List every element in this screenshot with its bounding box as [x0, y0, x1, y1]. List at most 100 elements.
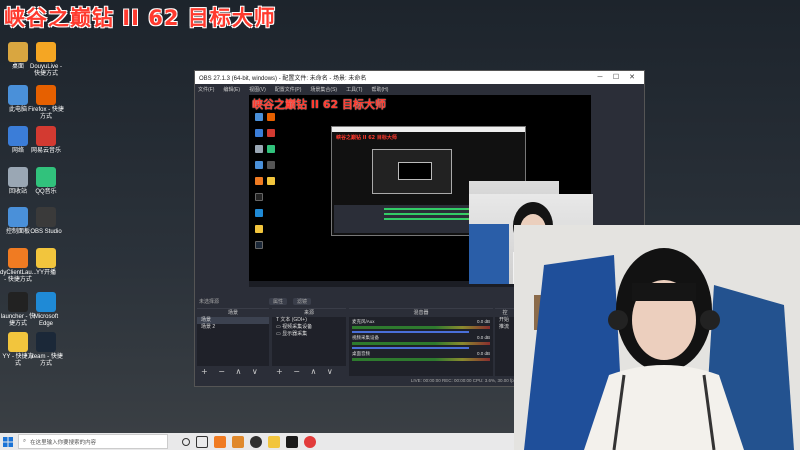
start-button[interactable] [0, 433, 16, 450]
start-button[interactable]: 开始 [495, 317, 515, 324]
mixer-channel: 麦克风/Aux 0.0 dB [349, 317, 493, 333]
menu-help[interactable]: 帮助(H) [371, 86, 388, 93]
qq-music-icon [36, 167, 56, 187]
menu-edit[interactable]: 编辑(E) [223, 86, 240, 93]
desktop-icon-label: QQ音乐 [35, 189, 57, 195]
preview-mini-icon [255, 129, 263, 137]
source-item[interactable]: T 文本 (GDI+) [272, 317, 346, 324]
recycle-bin-icon [8, 167, 28, 187]
netease-music-icon [36, 126, 56, 146]
taskbar-app-icon[interactable] [232, 435, 244, 448]
desktop-icon[interactable]: Microsoft Edge [28, 292, 64, 328]
desktop-icon-label: YY开播 [35, 270, 56, 276]
network-icon [8, 126, 28, 146]
desktop-icon[interactable]: QQ音乐 [28, 167, 64, 196]
desktop-icon-label: Microsoft Edge [33, 314, 59, 327]
taskbar-app-icon[interactable] [214, 435, 226, 448]
desktop-icon[interactable]: Firefox - 快捷方式 [28, 85, 64, 121]
desktop-icon-label: DouyuLive - 快捷方式 [29, 64, 62, 77]
desktop-icon[interactable]: DouyuLive - 快捷方式 [28, 42, 64, 78]
yy-icon [8, 332, 28, 352]
desktop-icon[interactable]: OBS Studio [28, 207, 64, 236]
firefox-icon [36, 85, 56, 105]
preview-mini-icon [255, 145, 263, 153]
preview-mini-icon [255, 209, 263, 217]
minimize-button[interactable]: ─ [592, 71, 608, 84]
steam-icon [36, 332, 56, 352]
source-item[interactable]: ▭ 显示器采集 [272, 331, 346, 338]
properties-button[interactable]: 属性 [269, 298, 288, 305]
taskbar-app-icon[interactable] [286, 435, 298, 448]
edge-icon [36, 292, 56, 312]
desktop-icon-label: Firefox - 快捷方式 [28, 107, 64, 120]
no-source-label: 未选择源 [199, 299, 220, 305]
taskbar-yy-icon[interactable] [268, 435, 280, 448]
cortana-icon[interactable] [182, 437, 190, 446]
menu-view[interactable]: 视图(V) [249, 86, 266, 93]
filters-button[interactable]: 滤镜 [293, 298, 312, 305]
menu-profile[interactable]: 配置文件(P) [275, 86, 302, 93]
preview-mini-icon [255, 161, 263, 169]
controls-header: 控 [495, 309, 515, 317]
sources-header: 来源 [272, 309, 346, 317]
control-panel-icon [8, 207, 28, 227]
preview-mini-icon [267, 129, 275, 137]
sources-dock: 来源 T 文本 (GDI+) ▭ 视频采集设备 ▭ 显示器采集 + − ∧ ∨ [272, 308, 346, 378]
dyclient-icon [8, 248, 28, 268]
preview-overlay-title: 峡谷之巅钻 II 62 目标大师 [252, 98, 386, 111]
yy-live-icon [36, 248, 56, 268]
taskbar-obs-icon[interactable] [250, 435, 262, 448]
task-view-icon[interactable] [196, 435, 208, 448]
preview-mini-icon [255, 177, 263, 185]
desktop-icon-label: OBS Studio [30, 229, 62, 235]
nested-obs-window-2 [372, 149, 452, 194]
preview-mini-icon [267, 113, 275, 121]
preview-mini-icon [267, 145, 275, 153]
obs-icon [36, 207, 56, 227]
obs-titlebar[interactable]: OBS 27.1.3 (64-bit, windows) - 配置文件: 未命名… [195, 71, 644, 84]
launcher-icon [8, 292, 28, 312]
obs-window-title: OBS 27.1.3 (64-bit, windows) - 配置文件: 未命名… [199, 76, 367, 82]
preview-mini-icon [267, 161, 275, 169]
preview-mini-icon [255, 113, 263, 121]
search-placeholder: 在这里输入你要搜索的内容 [30, 439, 97, 446]
desktop-icon[interactable]: steam - 快捷方式 [28, 332, 64, 368]
douyu-icon [36, 42, 56, 62]
scene-item[interactable]: 场景 2 [197, 324, 269, 331]
preview-mini-icon [267, 177, 275, 185]
scenes-dock: 场景 场景 场景 2 + − ∧ ∨ [197, 308, 269, 378]
source-item[interactable]: ▭ 视频采集设备 [272, 324, 346, 331]
maximize-button[interactable]: ☐ [608, 71, 624, 84]
mixer-dock: 混音器 麦克风/Aux 0.0 dB 视频采集设备 0.0 dB 桌面音频 0.0 d… [349, 308, 493, 378]
close-button[interactable]: ✕ [624, 71, 640, 84]
menu-file[interactable]: 文件(F) [198, 86, 214, 93]
taskbar-app-icon[interactable] [304, 435, 316, 448]
preview-mini-icon [255, 241, 263, 249]
mixer-channel: 视频采集设备 0.0 dB [349, 333, 493, 349]
folder-icon [8, 42, 28, 62]
desktop-icon[interactable]: 网易云音乐 [28, 126, 64, 155]
stream-button[interactable]: 推流 [495, 324, 515, 331]
controls-dock: 控 开始 推流 [495, 308, 515, 378]
nested-overlay-title: 峡谷之巅钻 II 62 目标大师 [336, 135, 397, 141]
computer-icon [8, 85, 28, 105]
desktop-icon-label: 网易云音乐 [30, 148, 61, 154]
preview-mini-icon [255, 193, 263, 201]
scene-item[interactable]: 场景 [197, 317, 269, 324]
windows-logo-icon [3, 436, 13, 447]
obs-menubar: 文件(F) 编辑(E) 视图(V) 配置文件(P) 场景集合(S) 工具(T) … [195, 84, 644, 94]
mixer-header: 混音器 [349, 309, 493, 317]
desktop-icon[interactable]: YY开播 [28, 248, 64, 277]
menu-scene-collection[interactable]: 场景集合(S) [310, 86, 337, 93]
mixer-channel: 桌面音频 0.0 dB [349, 349, 493, 361]
desktop-icon-label: steam - 快捷方式 [29, 354, 63, 367]
stream-overlay-title: 峡谷之巅钻 II 62 目标大师 [4, 6, 276, 30]
nested-obs-window-3 [398, 162, 432, 180]
taskbar-search-input[interactable]: ⌕ 在这里输入你要搜索的内容 [18, 434, 168, 449]
person-silhouette-icon [514, 225, 800, 450]
search-icon: ⌕ [23, 438, 27, 444]
scenes-header: 场景 [197, 309, 269, 317]
menu-tools[interactable]: 工具(T) [346, 86, 362, 93]
webcam-feed-main [514, 225, 800, 450]
preview-mini-icon [255, 225, 263, 233]
